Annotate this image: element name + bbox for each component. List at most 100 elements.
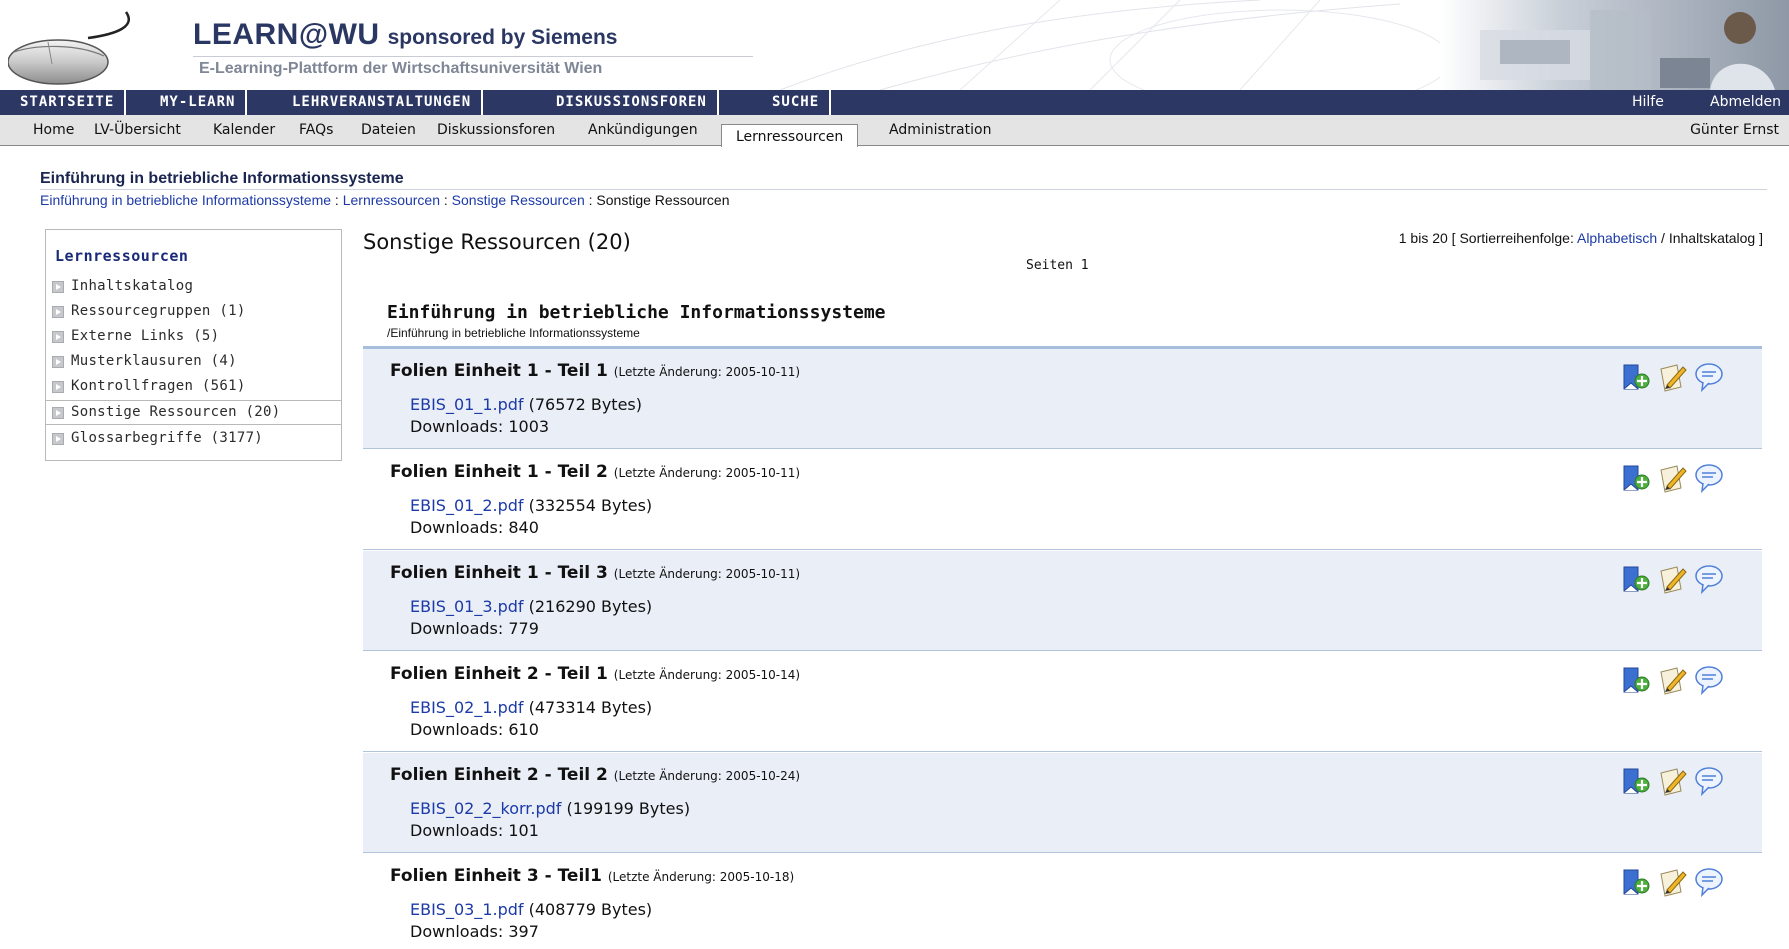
edit-icon[interactable] [1657,866,1689,898]
sidebar-item-glossarbegriffe[interactable]: Glossarbegriffe (3177) [46,427,341,452]
arrow-bullet-icon [52,407,64,419]
resource-title: Folien Einheit 1 - Teil 3 (Letzte Änderu… [390,563,800,583]
resource-file: EBIS_01_2.pdf (332554 Bytes) [410,496,652,515]
resource-title-main: Folien Einheit 1 - Teil 1 [390,361,608,381]
downloads-count: 1003 [508,417,550,436]
bookmark-add-icon[interactable] [1619,765,1651,797]
sort-alphabetisch-link[interactable]: Alphabetisch [1577,230,1657,246]
edit-icon[interactable] [1657,462,1689,494]
resource-file-size: (216290 Bytes) [528,597,653,616]
tab-kalender[interactable]: Kalender [213,122,275,138]
header-divider [193,56,753,57]
resource-row: Folien Einheit 1 - Teil 1 (Letzte Änderu… [363,349,1762,449]
course-title-divider [40,189,1767,190]
resource-file-link[interactable]: EBIS_01_1.pdf [410,395,524,414]
nav-diskussionsforen[interactable]: DISKUSSIONSFOREN [546,90,719,115]
bookmark-add-icon[interactable] [1619,563,1651,595]
sidebar-item-externe-links[interactable]: Externe Links (5) [46,325,341,350]
edit-icon[interactable] [1657,361,1689,393]
group-title: Einführung in betriebliche Informationss… [387,302,886,323]
breadcrumb-sonstige-link[interactable]: Sonstige Ressourcen [452,192,585,208]
sidebar-item-inhaltskatalog[interactable]: Inhaltskatalog [46,275,341,300]
resource-title: Folien Einheit 1 - Teil 1 (Letzte Änderu… [390,361,800,381]
resource-title: Folien Einheit 1 - Teil 2 (Letzte Änderu… [390,462,800,482]
resource-last-modified: (Letzte Änderung: 2005-10-18) [607,870,795,884]
resource-file: EBIS_01_1.pdf (76572 Bytes) [410,395,642,414]
sidebar-item-label: Ressourcegruppen (1) [71,303,246,319]
nav-my-learn[interactable]: MY-LEARN [150,90,248,115]
sidebar-item-musterklausuren[interactable]: Musterklausuren (4) [46,350,341,375]
breadcrumb-lernressourcen-link[interactable]: Lernressourcen [343,192,440,208]
comment-icon[interactable] [1693,765,1725,797]
downloads-label: Downloads: [410,518,509,537]
nav-suche[interactable]: SUCHE [762,90,832,115]
bookmark-add-icon[interactable] [1619,664,1651,696]
group-path: /Einführung in betriebliche Informations… [387,326,640,340]
resource-file-size: (408779 Bytes) [528,900,653,919]
tab-dateien[interactable]: Dateien [361,122,416,138]
comment-icon[interactable] [1693,462,1725,494]
sidebar-item-ressourcegruppen[interactable]: Ressourcegruppen (1) [46,300,341,325]
resource-file-link[interactable]: EBIS_01_3.pdf [410,597,524,616]
downloads-count: 610 [508,720,539,739]
bookmark-add-icon[interactable] [1619,361,1651,393]
tab-lv-uebersicht[interactable]: LV-Übersicht [94,122,181,138]
sort-prefix: 1 bis 20 [ Sortierreihenfolge: [1398,230,1577,246]
brand-title: LEARN@WU sponsored by Siemens [193,18,617,52]
downloads-count: 397 [508,922,539,941]
brand-name: LEARN@WU [193,18,380,51]
resource-title-main: Folien Einheit 2 - Teil 2 [390,765,608,785]
resource-last-modified: (Letzte Änderung: 2005-10-11) [613,567,801,581]
resource-title-main: Folien Einheit 1 - Teil 3 [390,563,608,583]
bookmark-add-icon[interactable] [1619,866,1651,898]
tab-home[interactable]: Home [33,122,74,138]
brand-subtitle: E-Learning-Plattform der Wirtschaftsuniv… [199,60,603,77]
comment-icon[interactable] [1693,866,1725,898]
site-header: LEARN@WU sponsored by Siemens E-Learning-… [0,0,1789,90]
help-link[interactable]: Hilfe [1632,90,1664,115]
tab-lernressourcen[interactable]: Lernressourcen [721,124,859,147]
pagination: Seiten 1 [1026,258,1089,273]
downloads-label: Downloads: [410,720,509,739]
sidebar-item-kontrollfragen[interactable]: Kontrollfragen (561) [46,375,341,400]
resource-title-main: Folien Einheit 2 - Teil 1 [390,664,608,684]
downloads-label: Downloads: [410,417,509,436]
sidebar-item-sonstige-ressourcen[interactable]: Sonstige Ressourcen (20) [46,400,341,425]
downloads-label: Downloads: [410,619,509,638]
resource-row: Folien Einheit 1 - Teil 2 (Letzte Änderu… [363,450,1762,550]
resource-file-link[interactable]: EBIS_02_2_korr.pdf [410,799,561,818]
breadcrumb-separator: : [584,192,597,208]
resource-file-size: (332554 Bytes) [528,496,653,515]
edit-icon[interactable] [1657,563,1689,595]
edit-icon[interactable] [1657,664,1689,696]
resource-file-link[interactable]: EBIS_01_2.pdf [410,496,524,515]
course-navigation: Home LV-Übersicht Kalender FAQs Dateien … [0,115,1789,147]
bookmark-add-icon[interactable] [1619,462,1651,494]
decorative-lines [779,0,1440,90]
downloads-count: 840 [508,518,539,537]
sidebar-title: Lernressourcen [55,247,189,265]
resource-file-size: (473314 Bytes) [528,698,653,717]
resource-file-link[interactable]: EBIS_03_1.pdf [410,900,524,919]
tab-faqs[interactable]: FAQs [299,122,333,138]
tab-administration[interactable]: Administration [889,122,991,138]
downloads-count: 101 [508,821,539,840]
comment-icon[interactable] [1693,664,1725,696]
resource-actions [1619,664,1731,696]
resource-downloads: Downloads: 610 [410,720,539,739]
resource-file-link[interactable]: EBIS_02_1.pdf [410,698,524,717]
resource-last-modified: (Letzte Änderung: 2005-10-11) [613,466,801,480]
nav-lehrveranstaltungen[interactable]: LEHRVERANSTALTUNGEN [282,90,484,115]
logout-link[interactable]: Abmelden [1710,90,1781,115]
tab-ankuendigungen[interactable]: Ankündigungen [588,122,698,138]
comment-icon[interactable] [1693,563,1725,595]
resource-downloads: Downloads: 397 [410,922,539,941]
comment-icon[interactable] [1693,361,1725,393]
breadcrumb-course-link[interactable]: Einführung in betriebliche Informationss… [40,192,331,208]
edit-icon[interactable] [1657,765,1689,797]
resource-last-modified: (Letzte Änderung: 2005-10-14) [613,668,801,682]
downloads-label: Downloads: [410,821,509,840]
nav-startseite[interactable]: STARTSEITE [10,90,127,115]
resource-downloads: Downloads: 779 [410,619,539,638]
tab-diskussionsforen[interactable]: Diskussionsforen [437,122,555,138]
